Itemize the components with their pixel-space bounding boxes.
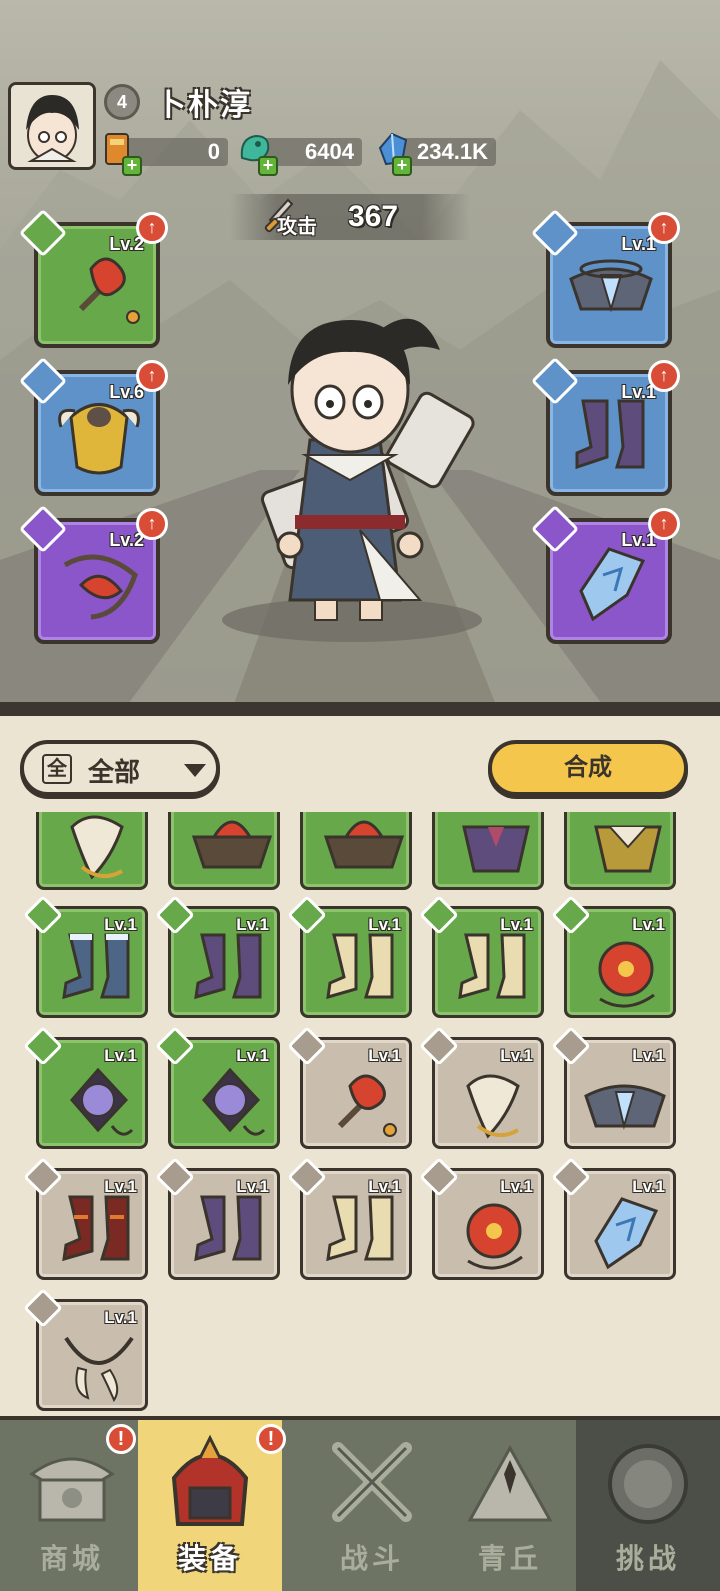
equip-slot-amulet[interactable]: Lv.1 ↑ <box>530 504 680 644</box>
filter-badge: 全 <box>42 754 72 784</box>
inventory-item[interactable]: Lv.1 <box>287 1026 412 1149</box>
tab-shop[interactable]: ! 商城 <box>0 1420 144 1591</box>
merge-button[interactable]: 合成 <box>488 740 688 796</box>
white-claw-icon <box>70 815 124 880</box>
inventory-item[interactable]: Lv.1 <box>419 895 544 1018</box>
caret-down-icon <box>184 764 206 777</box>
bone-boots-icon <box>326 1195 394 1262</box>
add-crystal-button[interactable]: + <box>392 156 412 176</box>
ice-boots-icon <box>62 933 130 1000</box>
equip-slot-accessory[interactable]: Lv.2 ↑ <box>18 504 168 644</box>
equip-slot-weapon[interactable]: Lv.2 ↑ <box>18 208 168 348</box>
inventory-item[interactable]: Lv.1 <box>287 1157 412 1280</box>
white-claw-icon <box>466 1074 520 1139</box>
inventory-item[interactable] <box>168 812 280 890</box>
inventory-item[interactable] <box>36 812 148 890</box>
golden-armor-icon <box>58 403 140 475</box>
violet-boots-icon <box>194 1195 262 1262</box>
violet-orb-icon <box>202 1067 266 1136</box>
player-name: 卜朴淳 <box>156 89 252 122</box>
challenge-orb-icon <box>608 1444 688 1524</box>
add-jade-button[interactable]: + <box>258 156 278 176</box>
player-level-badge: 4 <box>104 84 140 120</box>
equip-slot-boots[interactable]: Lv.1 ↑ <box>530 356 680 496</box>
tab-shop-label: 商城 <box>39 1543 104 1574</box>
tab-equipment[interactable]: ! 装备 <box>138 1420 286 1591</box>
red-leaf-bow-icon <box>63 554 138 620</box>
gold-armor-icon <box>594 825 662 873</box>
inventory-item[interactable] <box>432 812 544 890</box>
red-orb-icon <box>466 1203 523 1270</box>
ice-pauldron-icon <box>584 1084 666 1130</box>
inventory-item[interactable]: Lv.1 <box>155 1157 280 1280</box>
tab-qingqiu[interactable]: 青丘 <box>438 1420 582 1591</box>
shop-alert-badge: ! <box>106 1424 136 1454</box>
equipment-alert-badge: ! <box>256 1424 286 1454</box>
red-flower-mace-icon <box>78 257 140 324</box>
inventory-item[interactable]: Lv.1 <box>419 1157 544 1280</box>
shop-icon <box>29 1457 115 1522</box>
inventory-item[interactable] <box>300 812 412 890</box>
attack-value: 367 <box>348 200 399 233</box>
flame-boots-icon <box>62 1195 130 1262</box>
ice-pauldron-icon <box>569 259 653 313</box>
tab-battle[interactable]: 战斗 <box>300 1420 444 1591</box>
avatar-portrait-icon <box>11 85 93 167</box>
inventory-item[interactable]: Lv.1 <box>155 1026 280 1149</box>
attack-label: 攻击 <box>277 216 317 238</box>
red-orb-icon <box>598 941 655 1008</box>
tab-qingqiu-label: 青丘 <box>477 1543 542 1574</box>
scene-divider <box>0 702 720 716</box>
filter-label: 全部 <box>88 757 141 787</box>
tab-battle-label: 战斗 <box>339 1543 404 1574</box>
fang-necklace-icon <box>64 1336 134 1403</box>
bone-boots-icon <box>326 933 394 1000</box>
inventory-item[interactable]: Lv.1 <box>287 895 412 1018</box>
tab-challenge-label: 挑战 <box>615 1543 680 1574</box>
helmet-icon <box>171 1434 249 1526</box>
inventory-item[interactable]: Lv.1 <box>419 1026 544 1149</box>
inventory-item[interactable]: Lv.1 <box>23 1026 148 1149</box>
inventory-item[interactable]: Lv.1 <box>23 1288 148 1411</box>
ice-crystal-pendant-icon <box>579 547 646 622</box>
mountain-icon <box>467 1444 553 1522</box>
filter-dropdown[interactable]: 全 全部 <box>20 740 220 796</box>
equip-slot-armor[interactable]: Lv.6 ↑ <box>18 356 168 496</box>
violet-boots-icon <box>575 399 645 470</box>
ice-crystal-pendant-icon <box>594 1197 659 1270</box>
tab-equipment-label: 装备 <box>177 1543 242 1574</box>
equip-slot-shoulder[interactable]: Lv.1 ↑ <box>530 208 680 348</box>
inventory-item[interactable]: Lv.1 <box>23 1157 148 1280</box>
bone-boots-icon <box>458 933 526 1000</box>
player-avatar[interactable] <box>8 82 96 170</box>
red-flower-mace-icon <box>337 1074 397 1137</box>
inventory-item[interactable]: Lv.1 <box>551 1157 676 1280</box>
inventory-item[interactable]: Lv.1 <box>23 895 148 1018</box>
violet-armor-icon <box>462 825 530 873</box>
red-lotus-armor-icon <box>191 820 273 869</box>
red-lotus-armor-icon <box>323 820 405 869</box>
violet-boots-icon <box>194 933 262 1000</box>
inventory-grid: Lv.1 Lv.1 Lv.1 Lv.1 Lv.1 Lv.1 Lv.1 Lv.1 Lv.1 Lv.1… <box>0 812 720 1416</box>
add-scroll-button[interactable]: + <box>122 156 142 176</box>
inventory-item[interactable] <box>564 812 676 890</box>
tab-challenge[interactable]: 挑战 <box>576 1420 720 1591</box>
inventory-item[interactable]: Lv.1 <box>155 895 280 1018</box>
crossed-swords-icon <box>332 1442 412 1522</box>
inventory-item[interactable]: Lv.1 <box>551 895 676 1018</box>
violet-orb-icon <box>70 1067 134 1136</box>
inventory-item[interactable]: Lv.1 <box>551 1026 676 1149</box>
